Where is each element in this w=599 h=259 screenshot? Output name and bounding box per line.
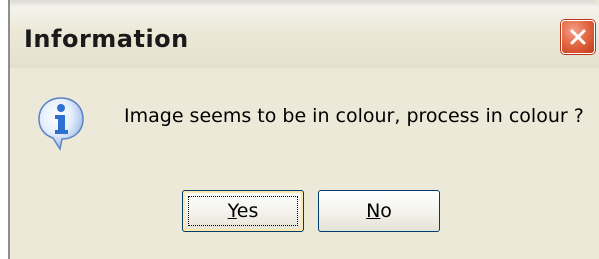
focus-ring xyxy=(188,196,298,226)
no-button[interactable]: No xyxy=(318,190,440,232)
no-mnemonic: N xyxy=(366,200,381,222)
dialog-message: Image seems to be in colour, process in … xyxy=(124,105,584,127)
close-icon xyxy=(570,29,586,45)
title-bar-edge xyxy=(10,0,599,7)
no-button-label: No xyxy=(366,200,392,222)
dialog-body: Image seems to be in colour, process in … xyxy=(10,68,599,259)
window-title: Information xyxy=(24,25,189,53)
close-button[interactable] xyxy=(561,20,595,54)
information-dialog: Information Image seems to be in colour,… xyxy=(8,0,599,259)
no-label-rest: o xyxy=(380,200,392,222)
title-bar[interactable]: Information xyxy=(10,0,599,68)
yes-button[interactable]: Yes xyxy=(182,190,304,232)
info-icon xyxy=(38,97,84,151)
